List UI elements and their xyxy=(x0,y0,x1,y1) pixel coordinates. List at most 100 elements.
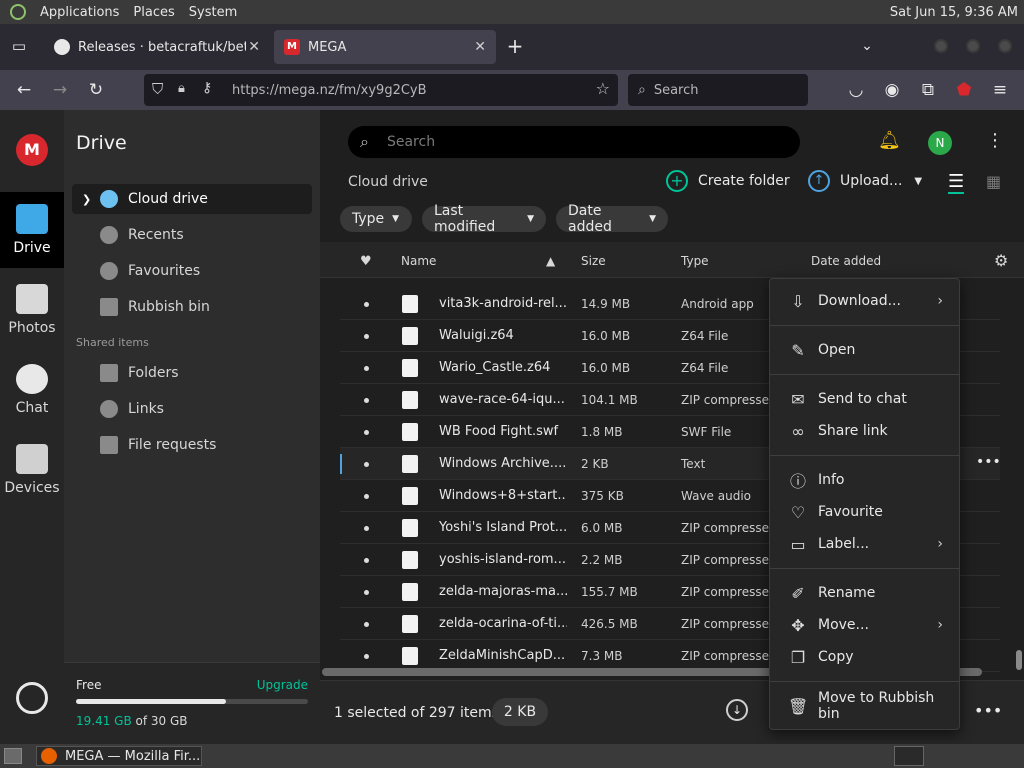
bookmark-star-icon[interactable]: ☆ xyxy=(596,79,610,98)
sort-ascending-icon[interactable]: ▲ xyxy=(546,254,555,268)
file-name[interactable]: Windows Archive.... xyxy=(439,456,567,471)
search-input[interactable]: ⌕ Search xyxy=(348,126,800,158)
ublock-icon[interactable]: ⬟ xyxy=(953,79,975,101)
gear-icon[interactable]: ⚙ xyxy=(994,251,1008,270)
tab-mega[interactable]: M MEGA ✕ xyxy=(274,30,496,64)
favourite-dot[interactable] xyxy=(364,366,369,371)
menu-item-info[interactable]: ⓘ Info xyxy=(770,465,959,495)
list-view-icon[interactable]: ☰ xyxy=(948,172,965,194)
favourite-dot[interactable] xyxy=(364,302,369,307)
taskbar-window-firefox[interactable]: MEGA — Mozilla Fir... xyxy=(36,746,202,766)
rail-devices[interactable]: Devices xyxy=(0,432,64,508)
column-size[interactable]: Size xyxy=(581,254,606,268)
menu-places[interactable]: Places xyxy=(133,5,174,20)
sidebar-item-cloud-drive[interactable]: ❯ Cloud drive xyxy=(72,184,312,214)
menu-item-rename[interactable]: ✐ Rename xyxy=(770,578,959,608)
file-name[interactable]: Windows+8+start... xyxy=(439,488,567,503)
file-name[interactable]: ZeldaMinishCapD... xyxy=(439,648,567,663)
more-horizontal-icon[interactable]: ••• xyxy=(974,701,1002,720)
show-desktop-icon[interactable] xyxy=(4,748,22,764)
file-name[interactable]: WB Food Fight.swf xyxy=(439,424,567,439)
file-name[interactable]: zelda-ocarina-of-ti... xyxy=(439,616,567,631)
favourite-dot[interactable] xyxy=(364,462,369,467)
menu-item-download[interactable]: ⇩ Download... › xyxy=(770,286,959,316)
menu-item-send-to-chat[interactable]: ✉ Send to chat xyxy=(770,384,959,414)
filter-last-modified[interactable]: Last modified ▼ xyxy=(422,203,546,235)
menu-item-label[interactable]: ▭ Label... › xyxy=(770,529,959,559)
create-folder-button[interactable]: + Create folder xyxy=(666,170,790,192)
pocket-icon[interactable]: ◡ xyxy=(845,79,867,101)
favourite-dot[interactable] xyxy=(364,558,369,563)
transfers-icon[interactable] xyxy=(16,682,48,714)
lock-icon[interactable]: 🔒︎ xyxy=(178,81,185,96)
maximize-button[interactable] xyxy=(966,39,980,53)
favourite-dot[interactable] xyxy=(364,654,369,659)
favourite-dot[interactable] xyxy=(364,526,369,531)
file-name[interactable]: Yoshi's Island Prot... xyxy=(439,520,567,535)
more-horizontal-icon[interactable]: ••• xyxy=(976,454,1001,470)
sidebar-item-folders[interactable]: Folders xyxy=(72,358,312,388)
file-name[interactable]: Wario_Castle.z64 xyxy=(439,360,567,375)
breadcrumb[interactable]: Cloud drive xyxy=(348,174,428,190)
file-name[interactable]: vita3k-android-rel... xyxy=(439,296,567,311)
rail-photos[interactable]: Photos xyxy=(0,272,64,348)
tab-github[interactable]: Releases · betacraftuk/betac ✕ xyxy=(44,30,270,64)
sidebar-item-file-requests[interactable]: File requests xyxy=(72,430,312,460)
rail-drive[interactable]: Drive xyxy=(0,192,64,268)
close-icon[interactable]: ✕ xyxy=(248,39,260,55)
more-vertical-icon[interactable]: ⋮ xyxy=(986,130,1004,151)
favourite-dot[interactable] xyxy=(364,622,369,627)
grid-view-icon[interactable]: ▦ xyxy=(986,172,1001,191)
menu-item-move-to-rubbish-bin[interactable]: 🗑︎ Move to Rubbish bin xyxy=(770,690,959,722)
rail-chat[interactable]: Chat xyxy=(0,352,64,428)
sidebar-item-links[interactable]: Links xyxy=(72,394,312,424)
favourite-dot[interactable] xyxy=(364,430,369,435)
upload-button[interactable]: ↑ Upload... ▼ xyxy=(808,170,922,192)
key-icon[interactable]: ⚷ xyxy=(202,80,212,96)
url-bar[interactable]: ⛉ 🔒︎ ⚷ https://mega.nz/fm/xy9g2CyB ☆ xyxy=(144,74,618,106)
download-icon[interactable]: ↓ xyxy=(726,699,748,721)
favourite-dot[interactable] xyxy=(364,398,369,403)
tab-overview-icon[interactable]: ▭ xyxy=(8,35,30,57)
account-icon[interactable]: ◉ xyxy=(881,79,903,101)
file-name[interactable]: wave-race-64-iqu... xyxy=(439,392,567,407)
filter-date-added[interactable]: Date added ▼ xyxy=(556,203,668,235)
menu-item-open[interactable]: ✎ Open xyxy=(770,335,959,365)
menu-item-share-link[interactable]: ∞ Share link xyxy=(770,416,959,446)
filter-type[interactable]: Type ▼ xyxy=(340,206,412,232)
column-name[interactable]: Name xyxy=(401,254,436,268)
file-name[interactable]: zelda-majoras-ma... xyxy=(439,584,567,599)
vertical-scrollbar[interactable] xyxy=(1016,650,1022,670)
chevron-down-icon[interactable]: ⌄ xyxy=(856,35,878,57)
close-icon[interactable]: ✕ xyxy=(474,39,486,55)
url-text[interactable]: https://mega.nz/fm/xy9g2CyB xyxy=(232,83,427,98)
workspace-switcher[interactable] xyxy=(894,746,924,766)
shield-icon[interactable]: ⛉ xyxy=(152,80,163,98)
reload-icon[interactable]: ↻ xyxy=(85,79,107,101)
column-date-added[interactable]: Date added xyxy=(811,254,881,268)
hamburger-menu-icon[interactable]: ≡ xyxy=(989,79,1011,101)
system-logo-icon[interactable] xyxy=(10,4,26,20)
sidebar-item-favourites[interactable]: Favourites xyxy=(72,256,312,286)
extensions-icon[interactable]: ⧉ xyxy=(917,79,939,101)
favourite-dot[interactable] xyxy=(364,590,369,595)
sidebar-item-recents[interactable]: Recents xyxy=(72,220,312,250)
minimize-button[interactable] xyxy=(934,39,948,53)
bell-icon[interactable]: 🔔︎ xyxy=(878,130,901,151)
file-name[interactable]: yoshis-island-rom... xyxy=(439,552,567,567)
new-tab-icon[interactable]: + xyxy=(504,35,526,57)
browser-search-input[interactable]: ⌕ Search xyxy=(628,74,808,106)
column-type[interactable]: Type xyxy=(681,254,709,268)
chevron-right-icon[interactable]: ❯ xyxy=(82,193,91,206)
upgrade-link[interactable]: Upgrade xyxy=(257,678,308,692)
favourite-dot[interactable] xyxy=(364,334,369,339)
heart-icon[interactable]: ♥ xyxy=(360,254,372,269)
menu-system[interactable]: System xyxy=(189,5,237,20)
mega-logo-icon[interactable]: M xyxy=(16,134,48,166)
sidebar-item-rubbish-bin[interactable]: Rubbish bin xyxy=(72,292,312,322)
avatar[interactable]: N xyxy=(928,131,952,155)
menu-applications[interactable]: Applications xyxy=(40,5,119,20)
menu-item-move[interactable]: ✥ Move... › xyxy=(770,610,959,640)
menu-item-favourite[interactable]: ♡ Favourite xyxy=(770,497,959,527)
window-close-button[interactable] xyxy=(998,39,1012,53)
